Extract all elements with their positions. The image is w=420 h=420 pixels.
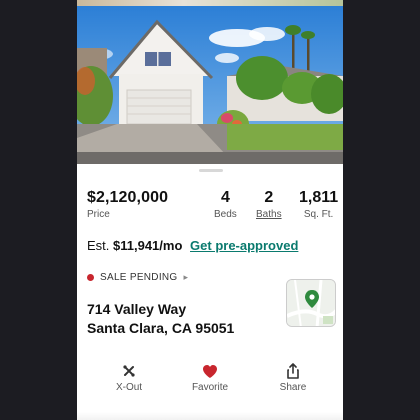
price-label: Price bbox=[87, 209, 110, 220]
sqft-stat: 1,811 Sq. Ft. bbox=[299, 189, 338, 220]
beds-stat: 4 Beds bbox=[214, 189, 237, 220]
favorite-label: Favorite bbox=[191, 382, 229, 393]
favorite-button[interactable]: Favorite bbox=[175, 362, 245, 393]
property-photo[interactable] bbox=[77, 6, 343, 164]
status-label: SALE PENDING bbox=[100, 272, 178, 283]
x-out-icon bbox=[123, 365, 135, 377]
beds-label: Beds bbox=[214, 209, 237, 220]
action-bar: X-Out Favorite Share bbox=[77, 362, 343, 402]
price-block: $2,120,000 Price bbox=[87, 189, 168, 220]
share-label: Share bbox=[279, 382, 307, 393]
address: 714 Valley Way Santa Clara, CA 95051 bbox=[87, 300, 234, 338]
baths-stat[interactable]: 2 Baths bbox=[256, 189, 282, 220]
chevron-right-icon: ▸ bbox=[183, 272, 189, 282]
share-icon bbox=[287, 363, 299, 379]
x-out-label: X-Out bbox=[115, 382, 143, 393]
sale-status[interactable]: SALE PENDING ▸ bbox=[87, 272, 188, 283]
sheet-drag-handle[interactable] bbox=[199, 169, 223, 172]
get-preapproved-link[interactable]: Get pre-approved bbox=[190, 238, 298, 253]
address-line2: Santa Clara, CA 95051 bbox=[87, 320, 235, 336]
estimate-prefix: Est. bbox=[87, 238, 114, 253]
listing-card: $2,120,000 Price 4 Beds 2 Baths 1,811 Sq… bbox=[77, 0, 343, 420]
map-icon bbox=[287, 280, 335, 326]
share-button[interactable]: Share bbox=[258, 362, 328, 393]
monthly-estimate: Est. $11,941/mo Get pre-approved bbox=[87, 238, 298, 253]
status-dot-icon bbox=[87, 274, 94, 281]
beds-value: 4 bbox=[220, 189, 230, 206]
x-out-button[interactable]: X-Out bbox=[94, 362, 164, 393]
map-thumbnail[interactable] bbox=[286, 279, 336, 327]
heart-icon bbox=[203, 364, 217, 378]
next-section-peek bbox=[77, 412, 343, 420]
baths-value: 2 bbox=[264, 189, 274, 206]
sqft-label: Sq. Ft. bbox=[303, 209, 334, 220]
estimate-amount: $11,941/mo bbox=[113, 238, 183, 253]
sqft-value: 1,811 bbox=[299, 189, 339, 206]
baths-label[interactable]: Baths bbox=[256, 209, 282, 220]
address-line1: 714 Valley Way bbox=[87, 301, 187, 317]
price-value: $2,120,000 bbox=[87, 189, 169, 206]
